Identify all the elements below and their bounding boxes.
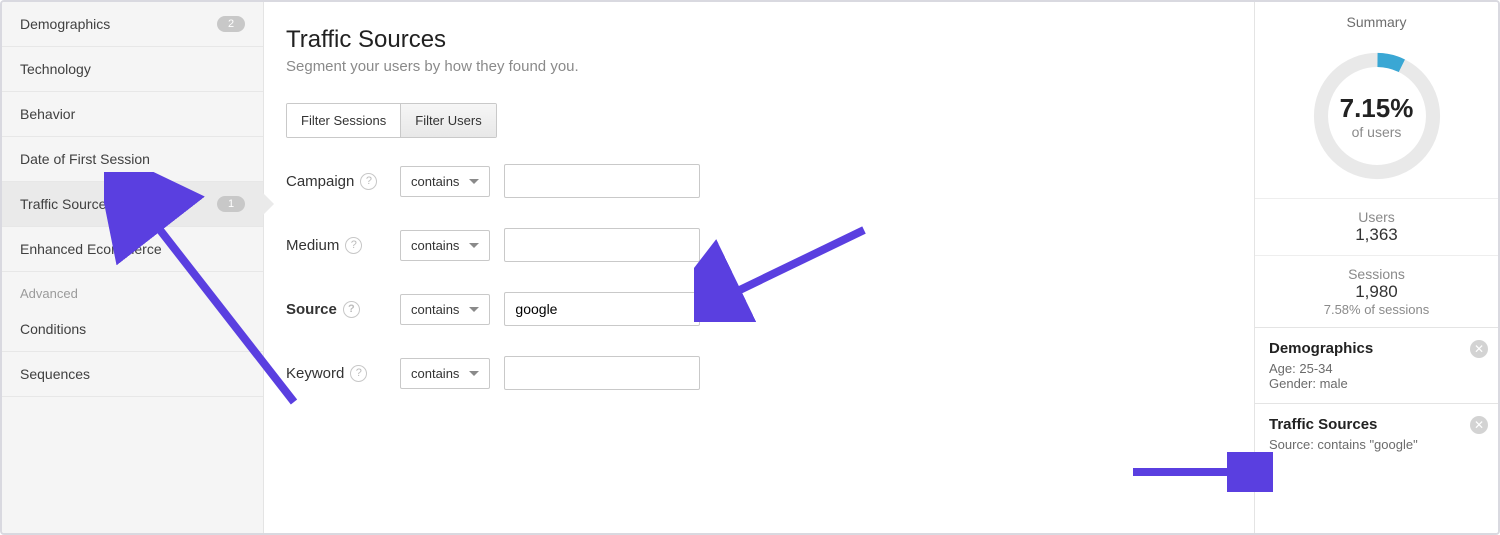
sidebar-item-date-first-session[interactable]: Date of First Session <box>2 137 263 182</box>
sidebar-item-label: Enhanced Ecommerce <box>20 241 162 257</box>
row-medium: Medium ? contains <box>286 228 1232 262</box>
row-label-campaign: Campaign ? <box>286 173 386 190</box>
clear-icon[interactable]: ✕ <box>714 300 732 318</box>
sidebar-item-label: Date of First Session <box>20 151 150 167</box>
applied-demographics[interactable]: ✕ Demographics Age: 25-34 Gender: male <box>1255 327 1498 403</box>
summary-panel: Summary 7.15% of users Users 1,363 Sessi… <box>1254 2 1498 533</box>
sidebar-item-enhanced-ecommerce[interactable]: Enhanced Ecommerce <box>2 227 263 272</box>
sidebar-item-demographics[interactable]: Demographics 2 <box>2 2 263 47</box>
filter-sessions-button[interactable]: Filter Sessions <box>287 104 400 137</box>
filter-toggle: Filter Sessions Filter Users <box>286 103 497 138</box>
sidebar-item-label: Conditions <box>20 321 86 337</box>
sidebar-item-label: Behavior <box>20 106 75 122</box>
sidebar-item-label: Sequences <box>20 366 90 382</box>
row-label-medium: Medium ? <box>286 237 386 254</box>
sidebar-item-label: Demographics <box>20 16 110 32</box>
sidebar-item-label: Technology <box>20 61 91 77</box>
sidebar-item-label: Traffic Sources <box>20 196 113 212</box>
keyword-input[interactable] <box>504 356 700 390</box>
help-icon[interactable]: ? <box>345 237 362 254</box>
summary-title: Summary <box>1255 2 1498 36</box>
campaign-operator-dropdown[interactable]: contains <box>400 166 490 197</box>
row-label-source: Source ? <box>286 301 386 318</box>
donut-percent: 7.15% <box>1340 93 1414 124</box>
keyword-operator-dropdown[interactable]: contains <box>400 358 490 389</box>
chevron-down-icon <box>469 243 479 248</box>
row-source: Source ? contains ✕ <box>286 292 1232 326</box>
sidebar-item-technology[interactable]: Technology <box>2 47 263 92</box>
sidebar: Demographics 2 Technology Behavior Date … <box>2 2 264 533</box>
medium-operator-dropdown[interactable]: contains <box>400 230 490 261</box>
sidebar-section-advanced: Advanced <box>2 272 263 307</box>
summary-sessions: Sessions 1,980 7.58% of sessions <box>1255 255 1498 327</box>
sidebar-item-sequences[interactable]: Sequences <box>2 352 263 397</box>
remove-filter-icon[interactable]: ✕ <box>1470 340 1488 358</box>
chevron-down-icon <box>469 179 479 184</box>
donut-label: of users <box>1352 124 1402 140</box>
chevron-down-icon <box>469 371 479 376</box>
remove-filter-icon[interactable]: ✕ <box>1470 416 1488 434</box>
row-campaign: Campaign ? contains <box>286 164 1232 198</box>
sidebar-badge: 1 <box>217 196 245 212</box>
filter-users-button[interactable]: Filter Users <box>400 104 495 137</box>
help-icon[interactable]: ? <box>360 173 377 190</box>
page-title: Traffic Sources <box>286 26 1232 54</box>
sidebar-item-traffic-sources[interactable]: Traffic Sources 1 <box>2 182 263 227</box>
main-panel: Traffic Sources Segment your users by ho… <box>264 2 1254 533</box>
chevron-down-icon <box>469 307 479 312</box>
campaign-input[interactable] <box>504 164 700 198</box>
help-icon[interactable]: ? <box>350 365 367 382</box>
source-input[interactable] <box>504 292 700 326</box>
row-keyword: Keyword ? contains <box>286 356 1232 390</box>
help-icon[interactable]: ? <box>343 301 360 318</box>
page-subtitle: Segment your users by how they found you… <box>286 58 1232 75</box>
sidebar-item-conditions[interactable]: Conditions <box>2 307 263 352</box>
summary-donut: 7.15% of users <box>1255 36 1498 198</box>
medium-input[interactable] <box>504 228 700 262</box>
summary-users: Users 1,363 <box>1255 198 1498 255</box>
applied-traffic-sources[interactable]: ✕ Traffic Sources Source: contains "goog… <box>1255 403 1498 464</box>
row-label-keyword: Keyword ? <box>286 365 386 382</box>
sidebar-item-behavior[interactable]: Behavior <box>2 92 263 137</box>
sidebar-badge: 2 <box>217 16 245 32</box>
source-operator-dropdown[interactable]: contains <box>400 294 490 325</box>
